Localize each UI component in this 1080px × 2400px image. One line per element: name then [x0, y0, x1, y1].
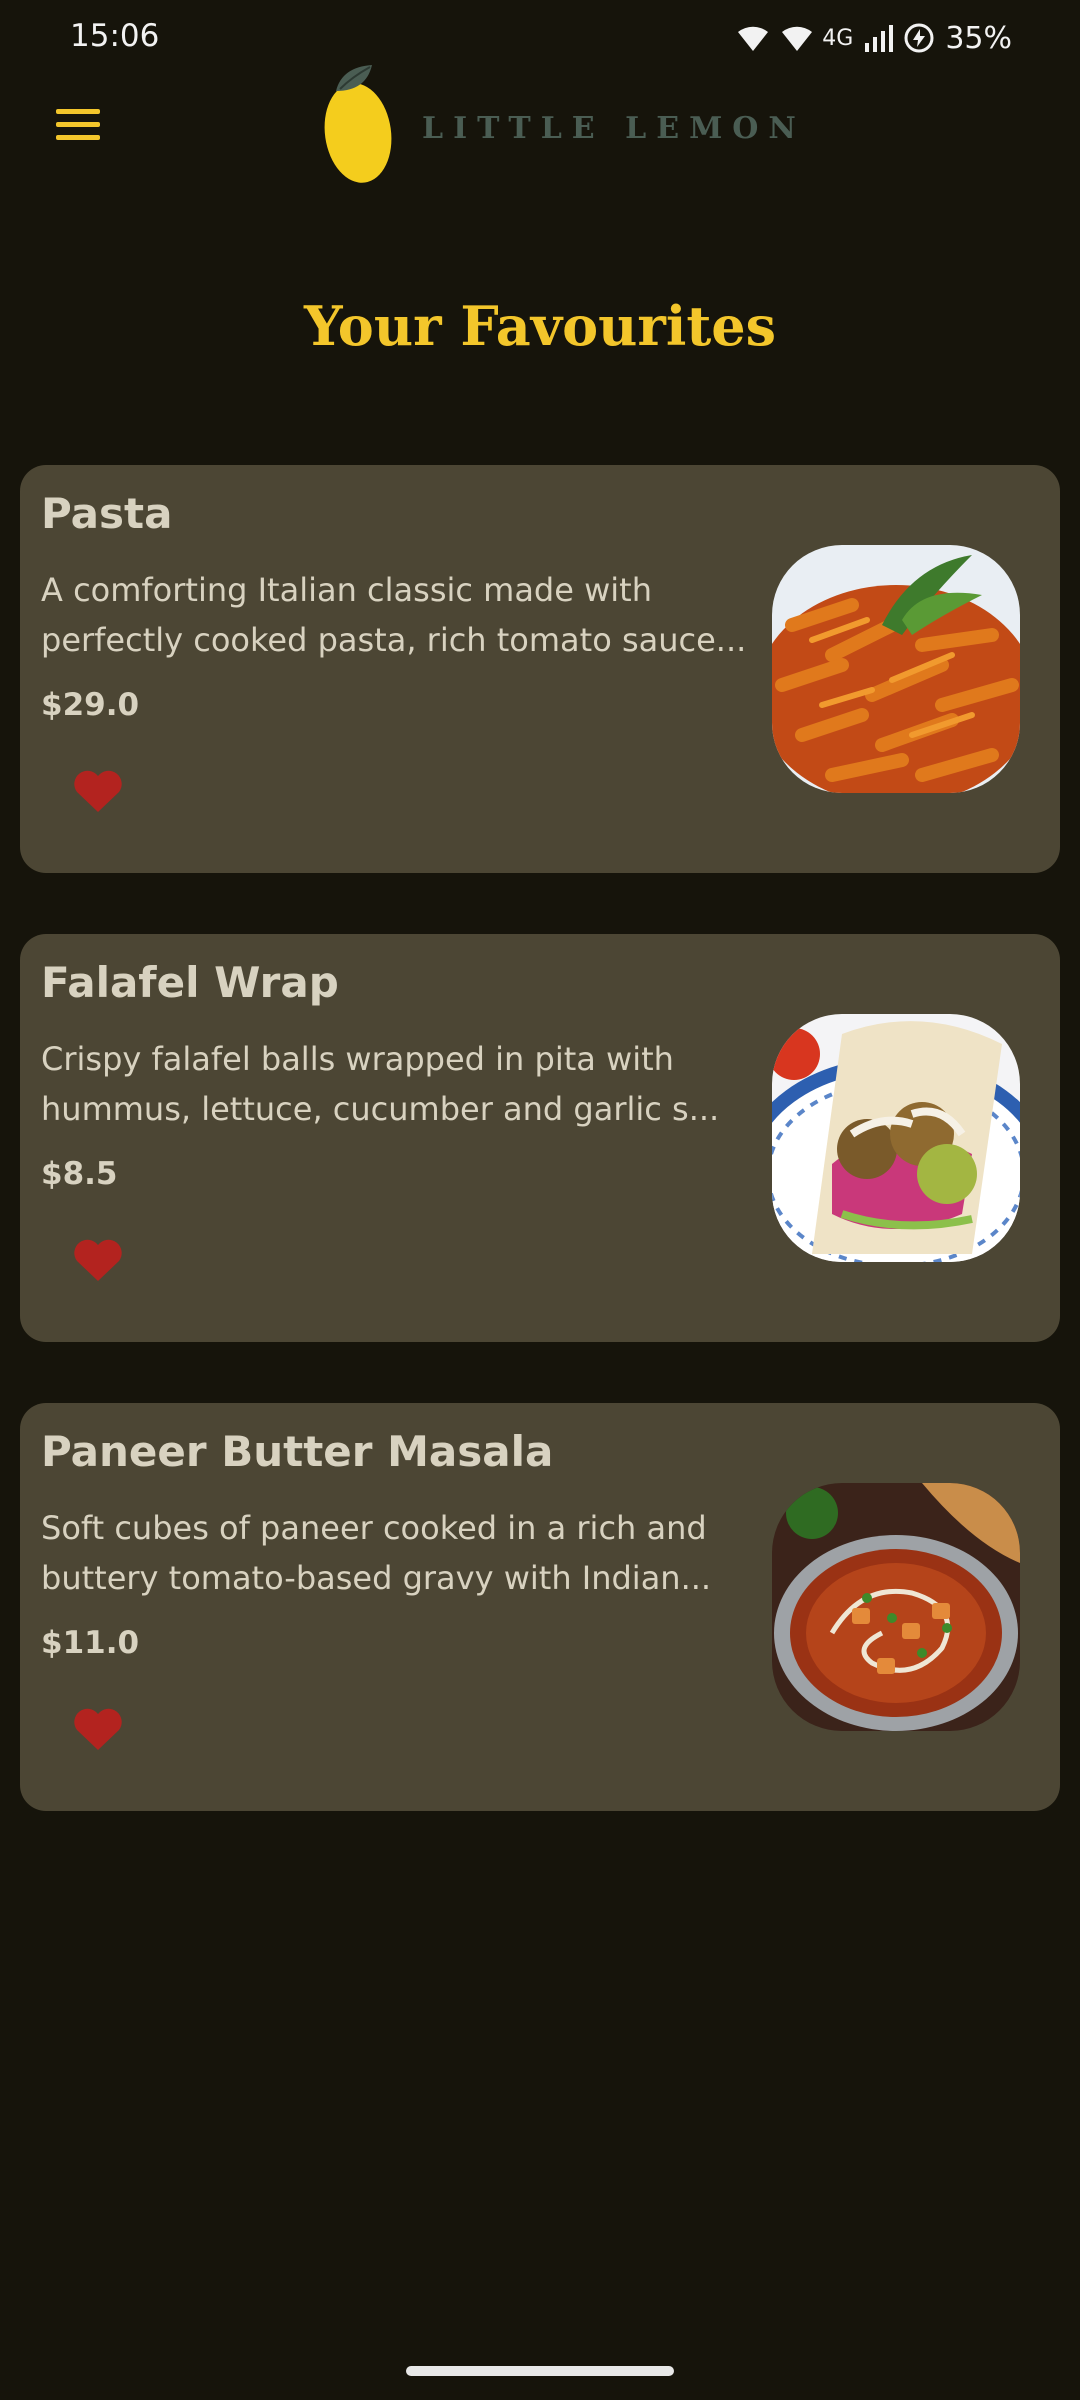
logo-text: LITTLE LEMON [422, 110, 806, 146]
paneer-butter-masala-photo [772, 1483, 1020, 1731]
favourite-card[interactable]: Falafel Wrap Crispy falafel balls wrappe… [20, 934, 1060, 1342]
page-title: Your Favourites [303, 294, 777, 358]
battery-charging-icon [903, 22, 935, 54]
gesture-navigation-bar[interactable] [406, 2366, 674, 2376]
favourite-toggle-button[interactable] [62, 1693, 134, 1765]
wifi-icon [736, 23, 770, 53]
dish-name: Falafel Wrap [41, 958, 339, 1007]
dish-price: $8.5 [41, 1156, 118, 1192]
dish-price: $11.0 [41, 1625, 140, 1661]
network-type: 4G [822, 25, 854, 51]
wifi-calling-icon [780, 23, 814, 53]
favourites-list: Pasta A comforting Italian classic made … [20, 465, 1060, 1872]
favourite-card[interactable]: Pasta A comforting Italian classic made … [20, 465, 1060, 873]
lemon-icon [320, 61, 400, 190]
pasta-photo [772, 545, 1020, 793]
favourites-screen: 15:06 4G 35% LITTLE LEMON Your Favourite… [0, 0, 1080, 2400]
dish-price: $29.0 [41, 687, 140, 723]
favourite-card[interactable]: Paneer Butter Masala Soft cubes of panee… [20, 1403, 1060, 1811]
falafel-wrap-photo [772, 1014, 1020, 1262]
dish-name: Pasta [41, 489, 173, 538]
dish-description: Soft cubes of paneer cooked in a rich an… [41, 1509, 712, 1597]
menu-button[interactable] [40, 90, 116, 160]
battery-level: 35% [945, 20, 1012, 56]
heart-filled-icon [74, 1239, 122, 1281]
heart-filled-icon [74, 1708, 122, 1750]
dish-description: Crispy falafel balls wrapped in pita wit… [41, 1040, 720, 1128]
heart-filled-icon [74, 770, 122, 812]
app-logo: LITTLE LEMON [320, 60, 806, 190]
signal-icon [863, 23, 894, 53]
favourite-toggle-button[interactable] [62, 1224, 134, 1296]
dish-name: Paneer Butter Masala [41, 1427, 554, 1476]
hamburger-menu-icon [56, 109, 100, 140]
favourite-toggle-button[interactable] [62, 755, 134, 827]
dish-description: A comforting Italian classic made with p… [41, 571, 747, 659]
status-time: 15:06 [70, 18, 160, 54]
status-icons: 4G 35% [736, 18, 1012, 58]
